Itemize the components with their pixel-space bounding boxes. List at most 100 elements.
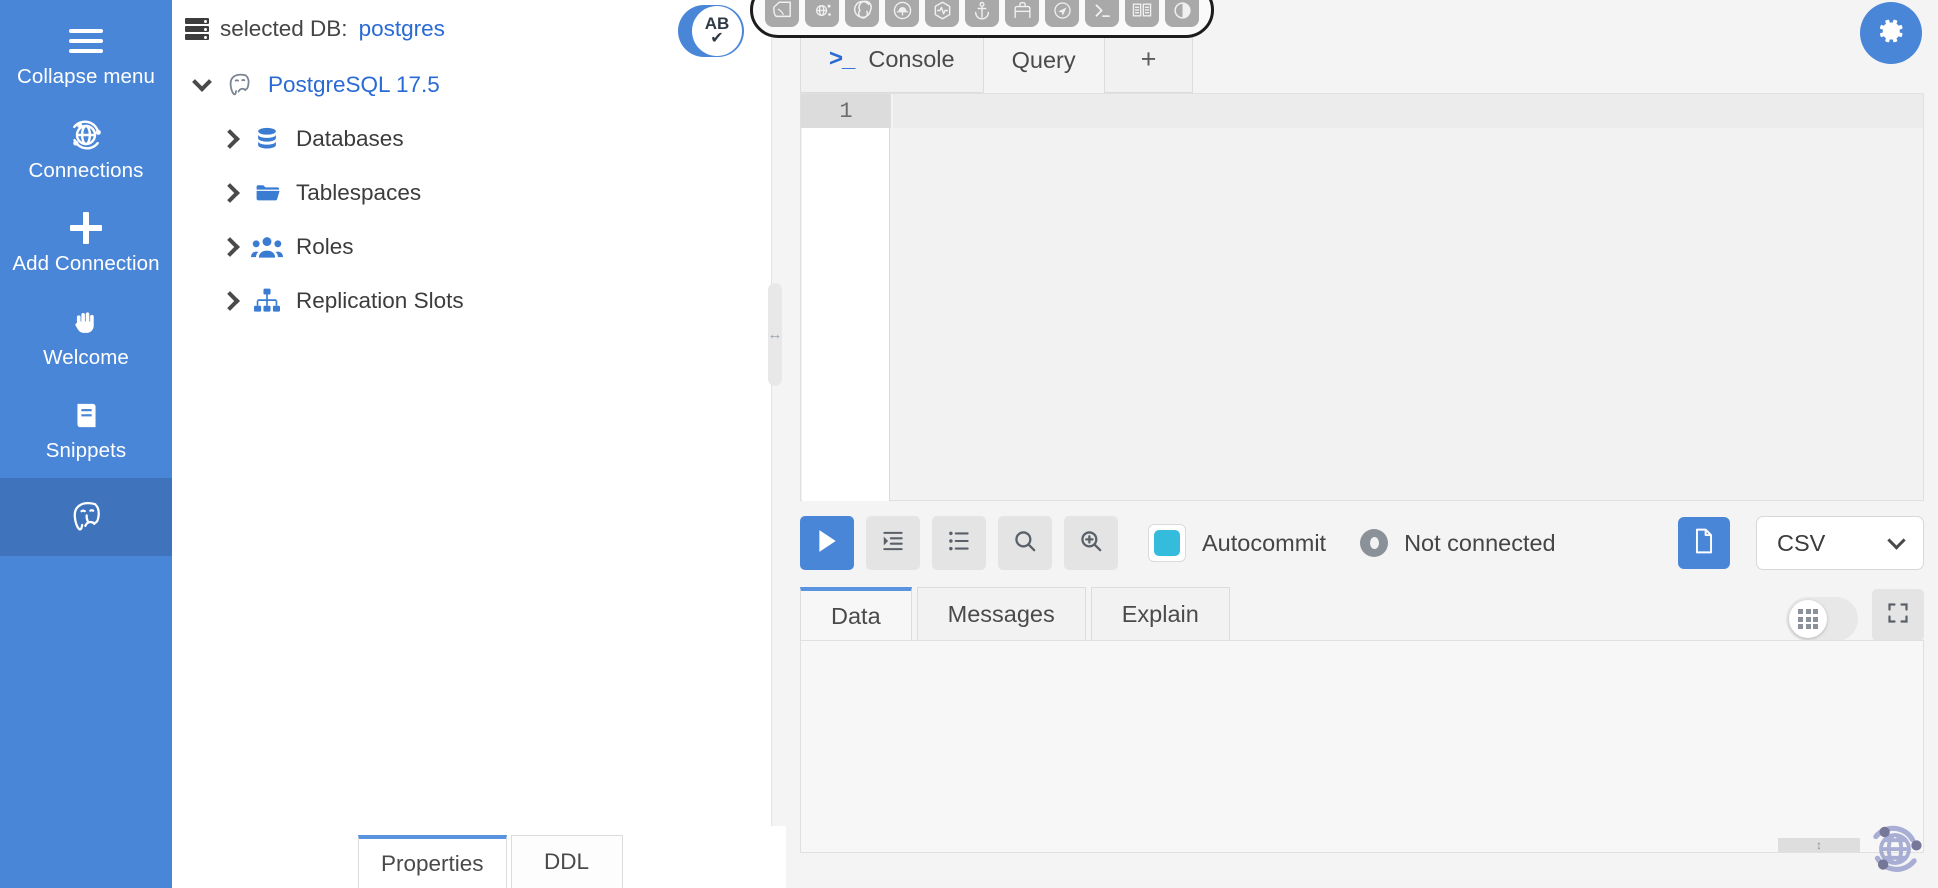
export-data-button[interactable] [1678, 517, 1730, 569]
anvil-icon[interactable] [885, 0, 919, 27]
tab-ddl-label: DDL [544, 849, 590, 874]
chevron-right-icon[interactable] [213, 183, 247, 203]
explain-plan-button[interactable] [1064, 516, 1118, 570]
rail-item-snippets[interactable]: Snippets [0, 384, 172, 478]
editor-header-strip [891, 94, 1923, 128]
tab-messages-label: Messages [947, 601, 1055, 627]
settings-button[interactable] [1860, 2, 1922, 64]
tab-messages[interactable]: Messages [916, 587, 1086, 641]
tree-node-replication-slots[interactable]: Replication Slots [172, 274, 771, 328]
tree-label-postgresql: PostgreSQL 17.5 [268, 72, 440, 97]
database-tree: PostgreSQL 17.5 Databases Tablespaces Ro… [172, 54, 771, 328]
export-format-value: CSV [1777, 529, 1826, 556]
check-icon: ✔ [710, 30, 724, 47]
magnifier-icon [1012, 528, 1038, 559]
chevron-down-icon [1887, 530, 1906, 550]
execute-script-button[interactable] [866, 516, 920, 570]
globe-network-icon[interactable] [805, 0, 839, 27]
chevron-right-icon[interactable] [213, 237, 247, 257]
tree-node-roles[interactable]: Roles [172, 220, 771, 274]
horizontal-arrows-icon: ↔ [767, 326, 783, 343]
liver-app-icon[interactable] [765, 0, 799, 27]
rail-item-collapse-menu[interactable]: Collapse menu [0, 10, 172, 104]
rail-item-add-connection[interactable]: Add Connection [0, 197, 172, 291]
app-root: Collapse menu Connections Add Connection… [0, 0, 1938, 888]
pulse-hexagon-icon[interactable] [925, 0, 959, 27]
results-grid[interactable]: ↕ [800, 640, 1924, 853]
navigator-panel: selected DB: postgres PostgreSQL 17.5 Da… [172, 0, 944, 888]
new-tab-label: + [1140, 43, 1157, 74]
rail-label-add-connection: Add Connection [12, 252, 160, 275]
rail-label-collapse-menu: Collapse menu [16, 65, 156, 88]
execute-statements-list-button[interactable] [932, 516, 986, 570]
tab-ddl[interactable]: DDL [510, 835, 623, 888]
maximize-results-button[interactable] [1872, 589, 1924, 641]
connection-status-label: Not connected [1404, 529, 1556, 556]
rail-item-postgresql[interactable] [0, 477, 172, 556]
users-icon [247, 234, 287, 260]
contrast-circle-icon[interactable] [1165, 0, 1199, 27]
server-icon [185, 18, 209, 40]
grid-view-icon [1789, 600, 1827, 638]
script-indent-icon [880, 528, 906, 559]
results-splitter-handle[interactable]: ↕ [1778, 838, 1860, 852]
connection-status-icon [1360, 529, 1389, 557]
tab-properties-label: Properties [381, 850, 484, 876]
results-tabstrip: Data Messages Explain [800, 583, 1924, 641]
ab-check-badge[interactable]: AB ✔ [678, 5, 744, 57]
selected-db-name[interactable]: postgres [359, 16, 445, 42]
terminal-icon: >_ [829, 45, 855, 72]
grid-view-toggle[interactable] [1786, 597, 1858, 641]
tree-node-databases[interactable]: Databases [172, 112, 771, 166]
rail-item-connections[interactable]: Connections [0, 104, 172, 198]
book-icon [71, 398, 102, 432]
folder-icon [247, 180, 287, 206]
anchor-icon[interactable] [965, 0, 999, 27]
tab-query-label: Query [1011, 47, 1076, 73]
execution-toolbar: Autocommit Not connected CSV [800, 512, 1924, 574]
spiral-gear-icon[interactable] [845, 0, 879, 27]
file-export-icon [1692, 528, 1716, 559]
autocommit-toggle[interactable] [1148, 524, 1186, 562]
export-format-select[interactable]: CSV [1756, 516, 1924, 570]
tab-data[interactable]: Data [800, 587, 912, 641]
sitemap-icon [247, 288, 287, 314]
tab-explain[interactable]: Explain [1090, 587, 1230, 641]
rail-label-snippets: Snippets [45, 439, 127, 462]
search-button[interactable] [998, 516, 1052, 570]
tab-data-label: Data [831, 602, 881, 629]
tab-console-label: Console [868, 45, 955, 72]
editor-area: >_ Console Query + 1 Autocommit Not conn… [786, 0, 1938, 888]
tree-label-databases: Databases [296, 126, 404, 151]
airplane-circle-icon[interactable] [1045, 0, 1079, 27]
book-open-icon[interactable] [1125, 0, 1159, 27]
chevron-right-icon[interactable] [213, 129, 247, 149]
tree-label-roles: Roles [296, 234, 354, 259]
hamburger-icon [69, 24, 103, 58]
vertical-arrows-icon: ↕ [1816, 838, 1822, 852]
sql-editor[interactable]: 1 [800, 93, 1924, 501]
rail-label-welcome: Welcome [43, 345, 129, 369]
sofa-icon[interactable] [1005, 0, 1039, 27]
tab-properties[interactable]: Properties [358, 835, 507, 888]
rail-item-welcome[interactable]: Welcome [0, 291, 172, 385]
tree-node-postgresql[interactable]: PostgreSQL 17.5 [172, 58, 771, 112]
panel-splitter-handle[interactable]: ↔ [767, 283, 783, 386]
left-rail: Collapse menu Connections Add Connection… [0, 0, 172, 888]
tab-explain-label: Explain [1121, 601, 1199, 627]
sql-editor-input[interactable] [802, 128, 890, 501]
fullscreen-icon [1886, 601, 1910, 630]
database-icon [247, 125, 287, 153]
terminal-prompt-icon[interactable] [1085, 0, 1119, 27]
tree-label-replication-slots: Replication Slots [296, 288, 464, 313]
chevron-down-icon[interactable] [185, 72, 219, 92]
plus-icon [70, 211, 102, 245]
autocommit-label: Autocommit [1202, 529, 1327, 556]
rail-label-connections: Connections [28, 158, 144, 182]
execute-sql-button[interactable] [800, 516, 854, 570]
chevron-right-icon[interactable] [213, 291, 247, 311]
list-icon [946, 528, 972, 559]
tree-node-tablespaces[interactable]: Tablespaces [172, 166, 771, 220]
hand-wave-icon [70, 305, 102, 339]
line-number: 1 [801, 94, 891, 128]
